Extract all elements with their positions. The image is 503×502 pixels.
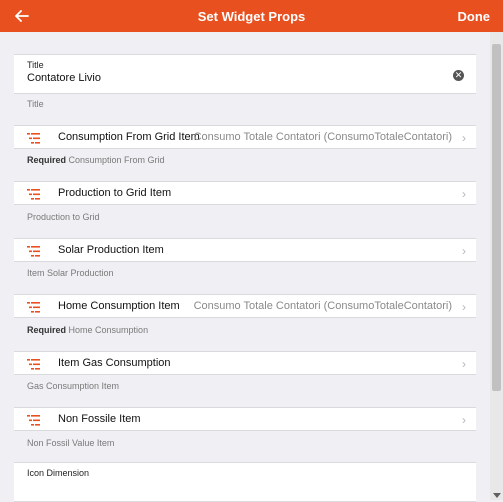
item-label: Item Gas Consumption (58, 357, 171, 369)
top-bar: Set Widget Props Done (0, 0, 503, 32)
item-hint-text: Production to Grid (27, 212, 100, 222)
item-hint-text: Gas Consumption Item (27, 381, 120, 391)
item-label: Solar Production Item (58, 244, 164, 256)
item-row-gas-consumption[interactable]: Item Gas Consumption › (14, 351, 476, 375)
item-label: Home Consumption Item (58, 300, 180, 312)
list-icon (27, 415, 40, 426)
icon-dimension-field-card[interactable]: Icon Dimension (14, 462, 476, 502)
item-row-non-fossile[interactable]: Non Fossile Item › (14, 407, 476, 431)
scroll-down-icon[interactable] (493, 493, 501, 498)
title-hint: Title (27, 99, 44, 109)
scrollbar[interactable] (490, 32, 503, 500)
chevron-right-icon: › (462, 244, 466, 258)
list-icon (27, 302, 40, 313)
clear-icon[interactable]: ✕ (453, 70, 464, 81)
back-button[interactable] (10, 4, 34, 28)
chevron-right-icon: › (462, 187, 466, 201)
chevron-right-icon: › (462, 357, 466, 371)
title-input[interactable]: Contatore Livio (27, 72, 101, 84)
chevron-right-icon: › (462, 131, 466, 145)
item-label: Production to Grid Item (58, 187, 172, 199)
form-content: Title Contatore Livio ✕ Title Consumptio… (0, 32, 490, 502)
item-hint-text: Home Consumption (68, 325, 149, 335)
item-hint: Required Home Consumption (27, 325, 148, 335)
required-label: Required (27, 325, 67, 335)
item-value: Consumo Totale Contatori (ConsumoTotaleC… (193, 300, 452, 312)
scrollbar-thumb[interactable] (492, 44, 501, 391)
list-icon (27, 359, 40, 370)
list-icon (27, 133, 40, 144)
item-label: Consumption From Grid Item (58, 131, 200, 143)
item-hint-text: Non Fossil Value Item (27, 438, 115, 448)
required-label: Required (27, 155, 67, 165)
title-field-card[interactable]: Title Contatore Livio ✕ (14, 54, 476, 94)
list-icon (27, 246, 40, 257)
item-row-home-consumption[interactable]: Home Consumption Item Consumo Totale Con… (14, 294, 476, 318)
item-row-production-to-grid[interactable]: Production to Grid Item › (14, 181, 476, 205)
item-label: Non Fossile Item (58, 413, 141, 425)
chevron-right-icon: › (462, 300, 466, 314)
item-row-consumption-from-grid[interactable]: Consumption From Grid Item Consumo Total… (14, 125, 476, 149)
item-row-solar-production[interactable]: Solar Production Item › (14, 238, 476, 262)
list-icon (27, 189, 40, 200)
item-hint: Required Consumption From Grid (27, 155, 165, 165)
item-hint-text: Item Solar Production (27, 268, 114, 278)
arrow-left-icon (15, 10, 29, 22)
chevron-right-icon: › (462, 413, 466, 427)
item-hint-text: Consumption From Grid (68, 155, 165, 165)
page-title: Set Widget Props (197, 8, 306, 24)
done-button[interactable]: Done (458, 9, 491, 24)
item-value: Consumo Totale Contatori (ConsumoTotaleC… (193, 131, 452, 143)
icon-dimension-label: Icon Dimension (27, 468, 90, 478)
title-field-label: Title (27, 60, 44, 70)
